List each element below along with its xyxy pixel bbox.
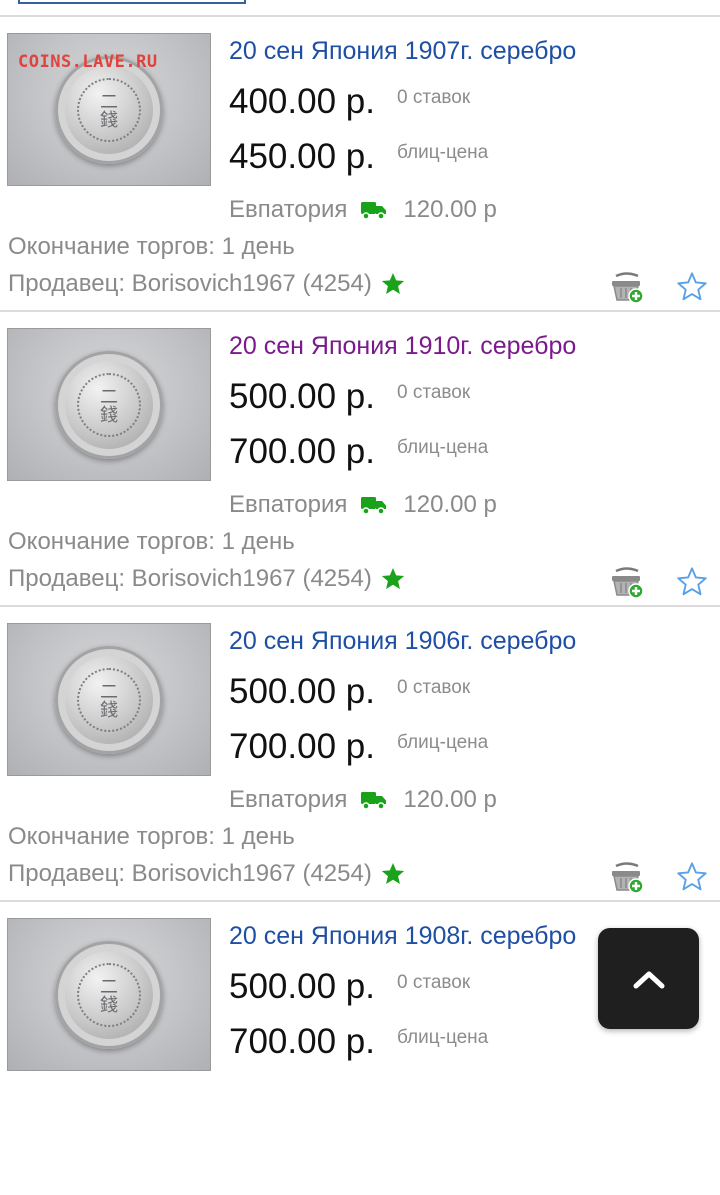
coin-glyph: 二 錢 [100,976,118,1016]
seller-link[interactable]: Продавец: Borisovich1967 (4254) [8,270,372,298]
active-tab-indicator[interactable] [18,0,246,4]
location-text: Евпатория [229,786,348,813]
buy-now-price: 450.00 р. [229,137,375,176]
seller-row: Продавец: Borisovich1967 (4254) [8,268,406,300]
green-star-icon [380,566,406,592]
buy-now-label: блиц-цена [397,1027,489,1048]
coin-glyph: 二 錢 [100,91,118,131]
basket-add-icon[interactable] [610,567,644,599]
listing-title-link[interactable]: 20 сен Япония 1906г. серебро [229,625,576,657]
coin-image: 二 錢 [55,645,163,754]
basket-add-icon[interactable] [610,272,644,304]
shipping-cost: 120.00 р [403,491,497,518]
star-outline-icon[interactable] [676,271,708,303]
current-price: 400.00 р. [229,82,375,121]
star-outline-icon[interactable] [676,861,708,893]
current-price: 500.00 р. [229,377,375,416]
listing-item: 二 錢 COINS.LAVE.RU 20 сен Япония 1907г. сер… [0,15,720,310]
bid-count: 0 ставок [397,87,471,108]
star-outline-icon[interactable] [676,566,708,598]
bid-count: 0 ставок [397,972,471,993]
chevron-up-icon [632,968,666,990]
buy-now-label: блиц-цена [397,732,489,753]
buy-now-price: 700.00 р. [229,1022,375,1061]
seller-link[interactable]: Продавец: Borisovich1967 (4254) [8,860,372,888]
basket-add-icon[interactable] [610,862,644,894]
location-row: Евпатория 120.00 р [229,194,497,226]
seller-link[interactable]: Продавец: Borisovich1967 (4254) [8,565,372,593]
current-price: 500.00 р. [229,967,375,1006]
listing-title-link[interactable]: 20 сен Япония 1908г. серебро [229,920,576,952]
truck-icon [360,495,388,515]
shipping-cost: 120.00 р [403,196,497,223]
location-row: Евпатория 120.00 р [229,489,497,521]
seller-row: Продавец: Borisovich1967 (4254) [8,563,406,595]
coin-glyph: 二 錢 [100,681,118,721]
buy-now-price: 700.00 р. [229,432,375,471]
truck-icon [360,200,388,220]
shipping-cost: 120.00 р [403,786,497,813]
location-text: Евпатория [229,196,348,223]
listing-item: 二 錢 20 сен Япония 1910г. серебро 500.00 р.… [0,310,720,605]
truck-icon [360,790,388,810]
buy-now-label: блиц-цена [397,142,489,163]
top-bar [0,0,720,14]
listing-title-link[interactable]: 20 сен Япония 1910г. серебро [229,330,576,362]
watermark: COINS.LAVE.RU [18,52,158,72]
coin-photo[interactable]: 二 錢 [7,918,211,1071]
coin-photo[interactable]: 二 錢 [7,328,211,481]
green-star-icon [380,861,406,887]
bid-count: 0 ставок [397,382,471,403]
auction-end-time: Окончание торгов: 1 день [8,823,295,850]
buy-now-price: 700.00 р. [229,727,375,766]
seller-row: Продавец: Borisovich1967 (4254) [8,858,406,890]
coin-glyph: 二 錢 [100,386,118,426]
bid-count: 0 ставок [397,677,471,698]
coin-image: 二 錢 [55,940,163,1049]
listing-item: 二 錢 20 сен Япония 1906г. серебро 500.00 р.… [0,605,720,900]
listing-title-link[interactable]: 20 сен Япония 1907г. серебро [229,35,576,67]
location-text: Евпатория [229,491,348,518]
green-star-icon [380,271,406,297]
buy-now-label: блиц-цена [397,437,489,458]
auction-end-time: Окончание торгов: 1 день [8,528,295,555]
scroll-to-top-button[interactable] [598,928,699,1029]
coin-photo[interactable]: 二 錢 [7,623,211,776]
location-row: Евпатория 120.00 р [229,784,497,816]
auction-end-time: Окончание торгов: 1 день [8,233,295,260]
coin-image: 二 錢 [55,350,163,459]
coin-photo[interactable]: 二 錢 COINS.LAVE.RU [7,33,211,186]
current-price: 500.00 р. [229,672,375,711]
